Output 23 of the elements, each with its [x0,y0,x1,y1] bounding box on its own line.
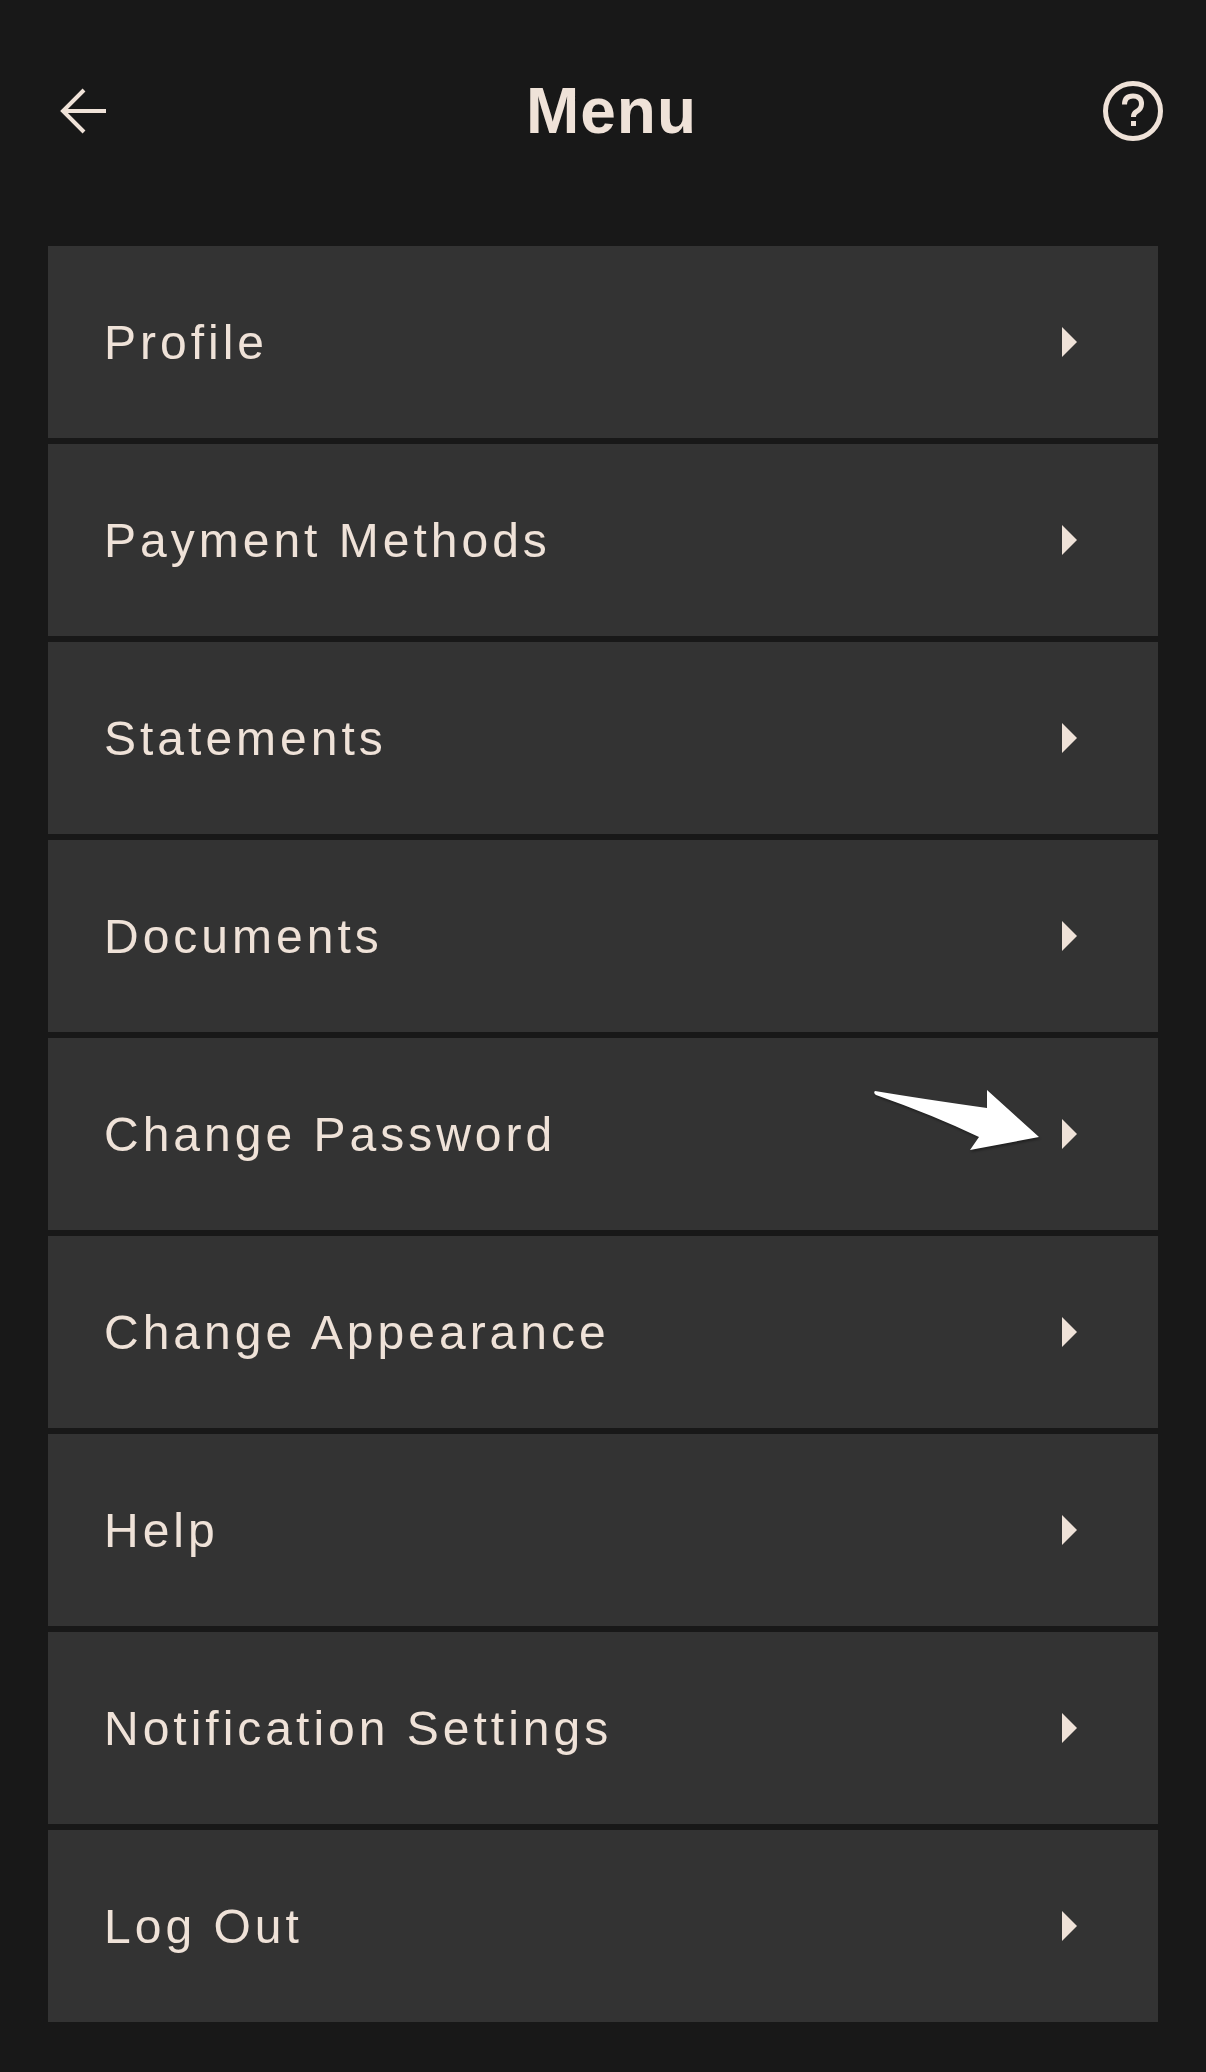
chevron-right-icon [1062,327,1077,357]
chevron-right-icon [1062,1713,1077,1743]
menu-item[interactable]: Documents [48,840,1158,1032]
chevron-right-icon [1062,723,1077,753]
menu-item[interactable]: Change Password [48,1038,1158,1230]
back-arrow-icon [60,87,108,135]
menu-item[interactable]: Change Appearance [48,1236,1158,1428]
page-title: Menu [525,79,698,143]
menu-item[interactable]: Help [48,1434,1158,1626]
menu-item[interactable]: Log Out [48,1830,1158,2022]
help-icon [1103,81,1163,141]
chevron-right-icon [1062,1119,1077,1149]
chevron-right-icon [1062,525,1077,555]
back-button[interactable] [60,87,108,135]
menu-item[interactable]: Profile [48,246,1158,438]
menu-item[interactable]: Statements [48,642,1158,834]
menu-item[interactable]: Payment Methods [48,444,1158,636]
chevron-right-icon [1062,1515,1077,1545]
chevron-right-icon [1062,921,1077,951]
chevron-right-icon [1062,1911,1077,1941]
help-button[interactable] [1103,81,1163,141]
chevron-right-icon [1062,1317,1077,1347]
menu-item[interactable]: Notification Settings [48,1632,1158,1824]
